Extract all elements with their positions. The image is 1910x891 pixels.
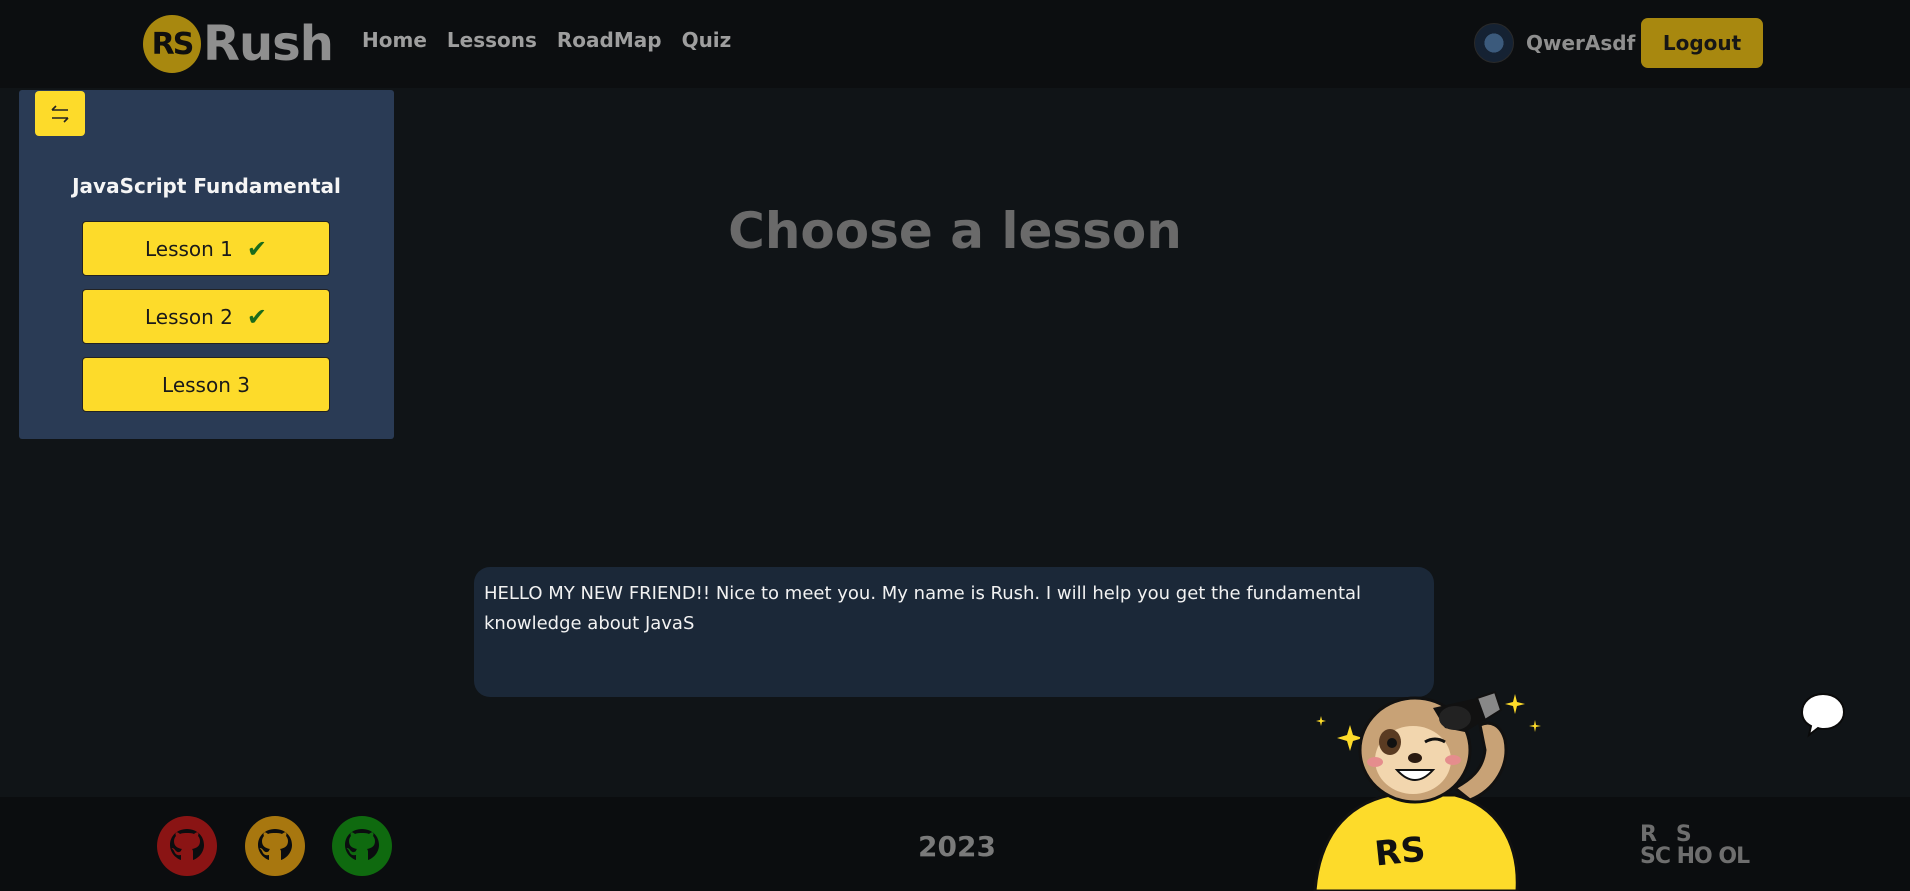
header: RS Rush Home Lessons RoadMap Quiz QwerAs… <box>0 0 1910 88</box>
nav-home[interactable]: Home <box>362 28 427 52</box>
swap-arrows-icon <box>51 104 69 123</box>
sloth-mascot-image: RS <box>1313 690 1541 891</box>
rs-school-line: R S <box>1640 822 1692 847</box>
page-title: Choose a lesson <box>728 202 1182 260</box>
lesson-label: Lesson 1 <box>144 236 233 261</box>
github-icon[interactable] <box>156 815 218 877</box>
sidebar-toggle-button[interactable] <box>35 91 85 136</box>
checkmark-icon: ✔ <box>246 234 268 263</box>
username[interactable]: QwerAsdf <box>1526 31 1635 55</box>
avatar[interactable] <box>1474 23 1514 63</box>
lesson-3-button[interactable]: Lesson 3 <box>82 357 330 412</box>
logo-mark: RS <box>143 15 201 73</box>
lesson-label: Lesson 3 <box>162 372 250 397</box>
logo-text: Rush <box>203 16 334 72</box>
lesson-1-button[interactable]: Lesson 1 ✔ <box>82 221 330 276</box>
lesson-label: Lesson 2 <box>144 304 233 329</box>
logout-button[interactable]: Logout <box>1641 18 1763 68</box>
nav-lessons[interactable]: Lessons <box>447 28 537 52</box>
svg-text:RS: RS <box>1373 829 1428 874</box>
main-nav: Home Lessons RoadMap Quiz <box>362 28 731 52</box>
nav-roadmap[interactable]: RoadMap <box>557 28 662 52</box>
speech-bubble-text: HELLO MY NEW FRIEND!! Nice to meet you. … <box>484 583 1362 634</box>
checkmark-icon: ✔ <box>246 302 268 331</box>
github-icon[interactable] <box>244 815 306 877</box>
course-title: JavaScript Fundamental <box>72 174 341 198</box>
chat-bubble-icon[interactable] <box>1800 692 1846 738</box>
rs-school-line: SC HO OL <box>1640 844 1750 869</box>
speech-bubble: HELLO MY NEW FRIEND!! Nice to meet you. … <box>474 567 1434 697</box>
lesson-2-button[interactable]: Lesson 2 ✔ <box>82 289 330 344</box>
footer-year: 2023 <box>918 830 996 863</box>
logo[interactable]: RS Rush <box>143 12 334 76</box>
github-icon[interactable] <box>331 815 393 877</box>
rs-school-logo[interactable]: R S SC HO OL <box>1640 822 1750 869</box>
lesson-sidebar: JavaScript Fundamental Lesson 1 ✔ Lesson… <box>19 90 394 439</box>
nav-quiz[interactable]: Quiz <box>682 28 732 52</box>
